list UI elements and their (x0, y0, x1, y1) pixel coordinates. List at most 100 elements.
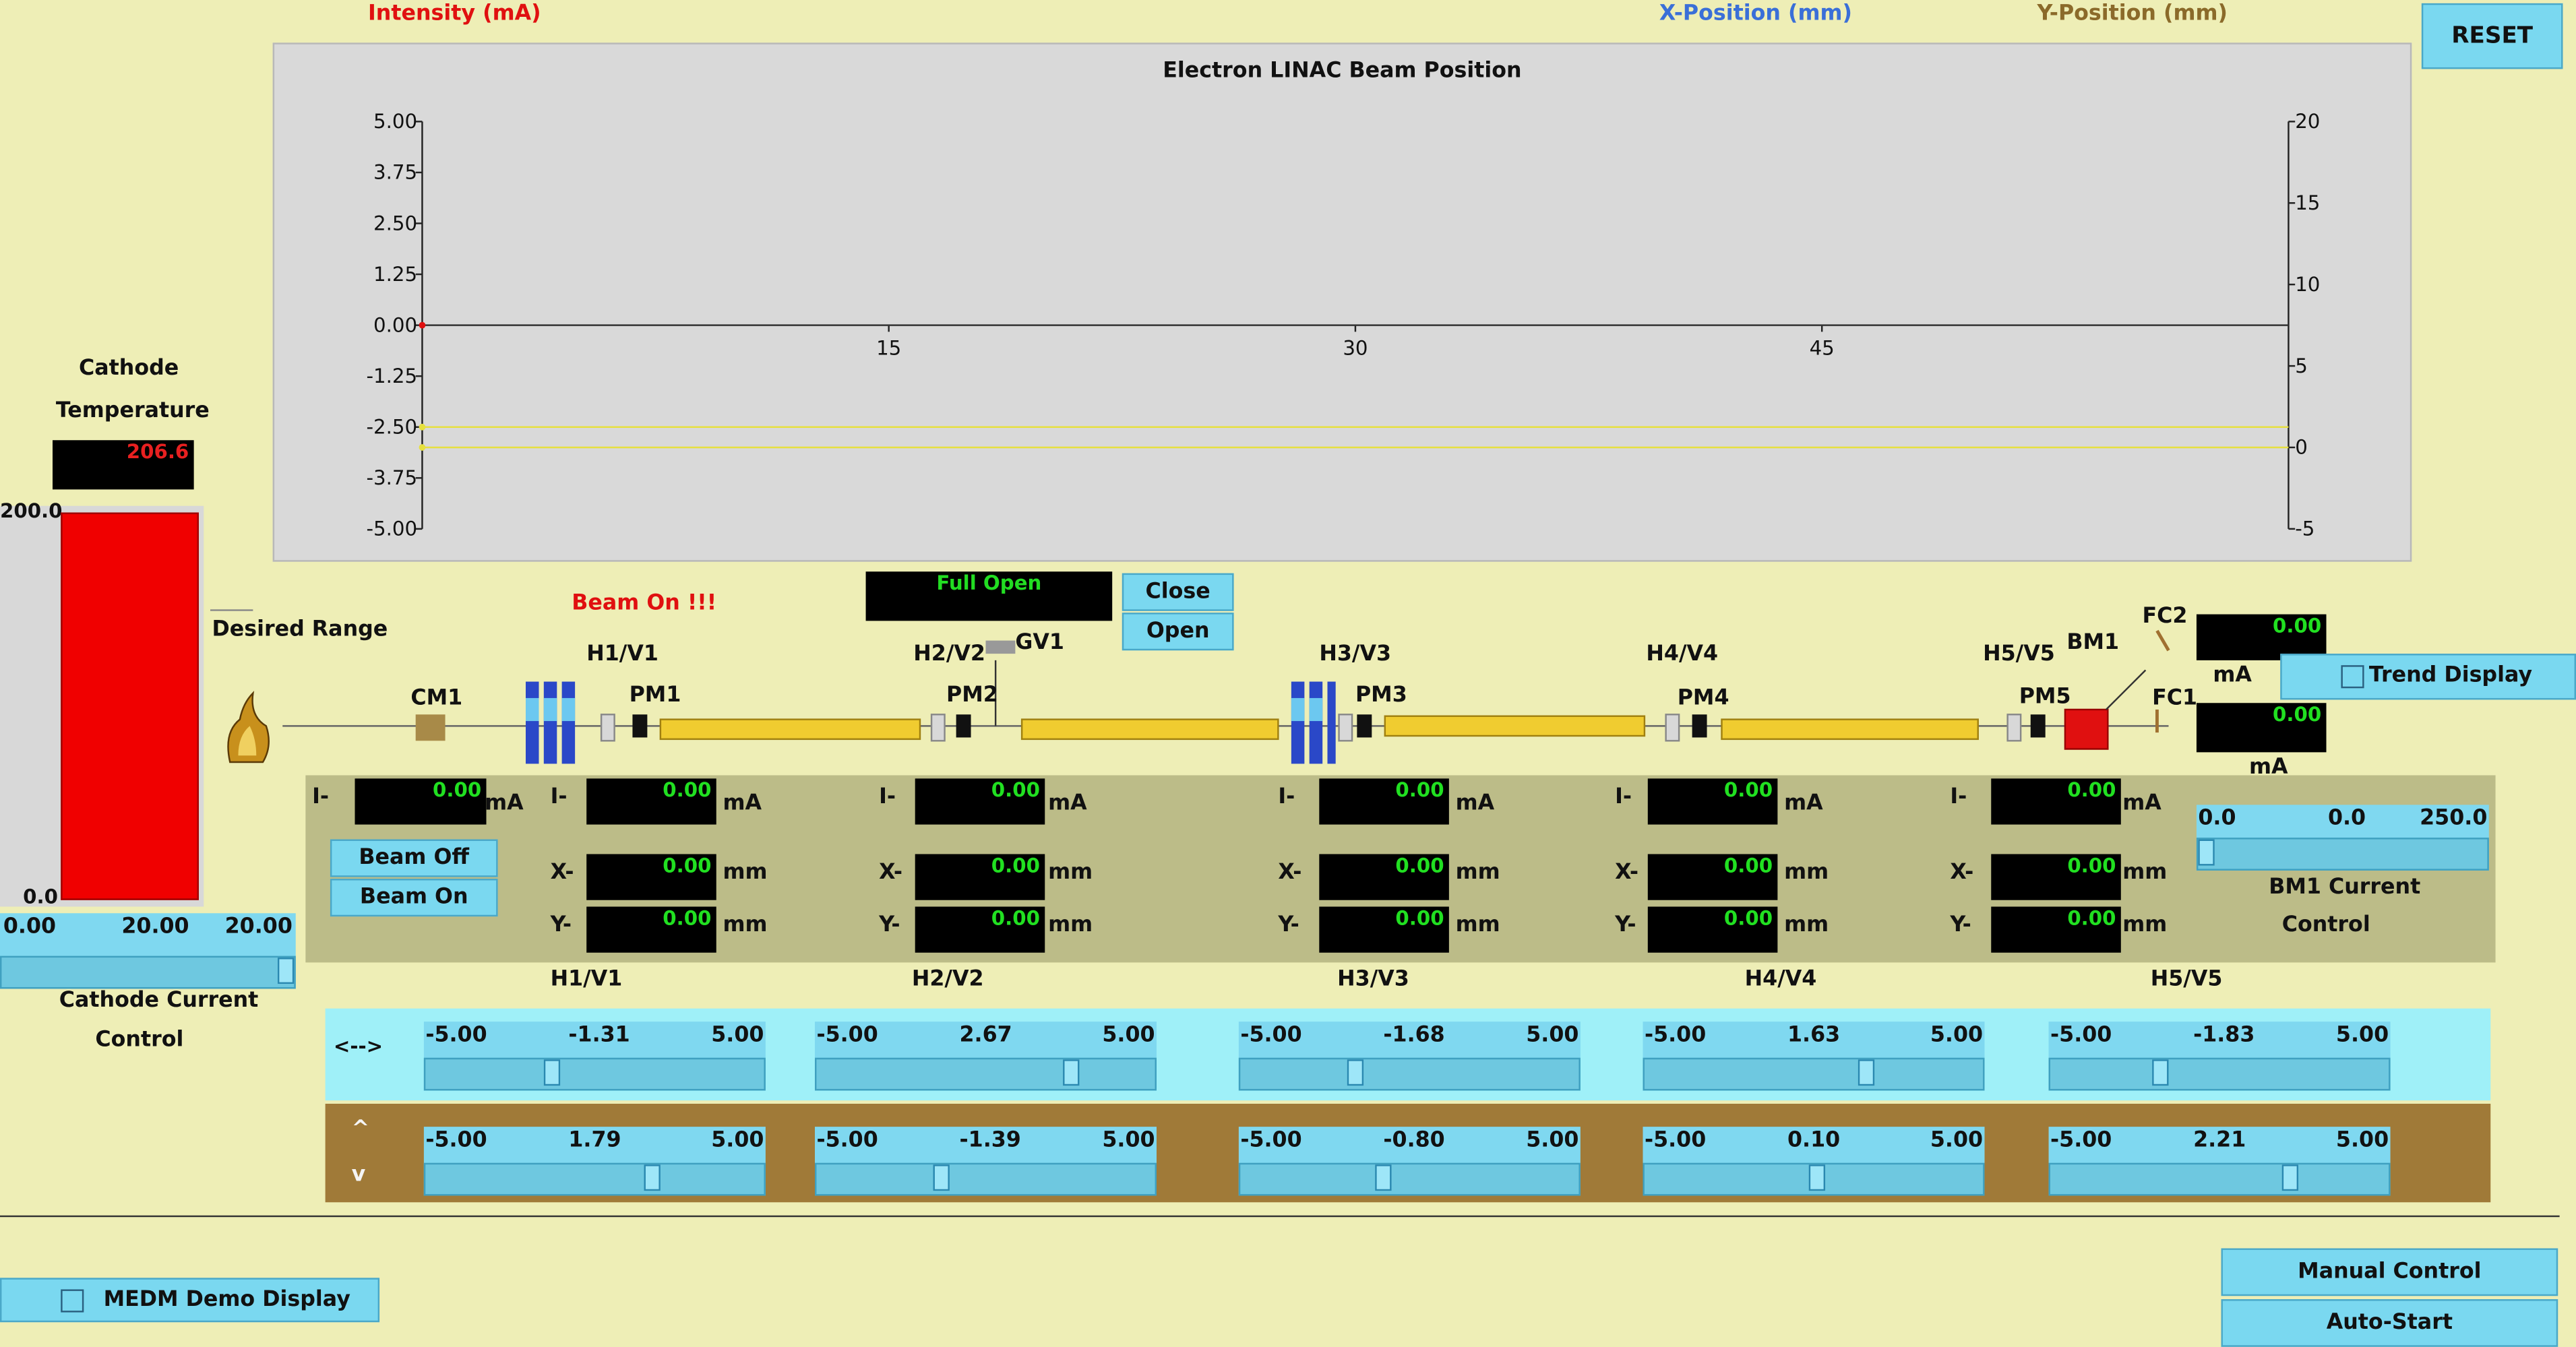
slider-track[interactable] (0, 956, 296, 989)
slider-thumb[interactable] (2198, 839, 2215, 866)
medm-demo-button[interactable]: MEDM Demo Display (0, 1278, 380, 1323)
x-tick-label: 45 (1810, 337, 1835, 360)
series-point (419, 444, 426, 451)
slider-thumb[interactable] (544, 1059, 561, 1086)
x-label: X- (879, 860, 903, 885)
manual-control-button[interactable]: Manual Control (2221, 1248, 2558, 1296)
y-position-label: Y-Position (mm) (2037, 1, 2228, 26)
right-tick-label: 15 (2295, 191, 2320, 214)
electron-gun-icon (227, 691, 270, 763)
series-point (419, 423, 426, 431)
horizontal-steer-slider-3[interactable]: -5.00 -1.68 5.00 (1238, 1022, 1581, 1091)
slider-thumb[interactable] (1063, 1059, 1080, 1086)
pm1-group-label: H1/V1 (550, 967, 623, 993)
horizontal-steer-slider-2[interactable]: -5.00 2.67 5.00 (815, 1022, 1157, 1091)
pm4-y-readout: 0.00 (1647, 906, 1778, 953)
bm1-icon (2064, 708, 2109, 750)
slider-thumb[interactable] (1375, 1164, 1392, 1191)
magnet-1-icon (526, 681, 576, 764)
y-label: Y- (879, 913, 900, 938)
horizontal-steer-slider-4[interactable]: -5.00 1.63 5.00 (1643, 1022, 1985, 1091)
pm1-y-readout: 0.00 (586, 906, 716, 953)
slider-value: -1.68 (1383, 1023, 1445, 1048)
cathode-title-2: Temperature (55, 399, 210, 424)
left-tick-label: 5.00 (373, 110, 417, 133)
trend-display-label: Trend Display (2368, 663, 2533, 689)
slider-track[interactable] (2048, 1162, 2391, 1196)
cathode-current-slider[interactable]: 0.00 20.00 20.00 (0, 913, 296, 989)
slider-track[interactable] (815, 1057, 1157, 1091)
slider-track[interactable] (1643, 1057, 1985, 1091)
slider-min: -5.00 (816, 1128, 878, 1154)
left-tick-label: -2.50 (366, 416, 417, 439)
x-unit: mm (2122, 860, 2168, 885)
fc2-icon (2155, 629, 2170, 652)
pm-label-2: PM2 (946, 683, 998, 708)
x-unit: mm (1784, 860, 1829, 885)
pm-label-3: PM3 (1355, 683, 1407, 708)
slider-min: -5.00 (425, 1128, 487, 1154)
intensity-label: Intensity (mA) (368, 1, 541, 26)
bm1-current-slider[interactable]: 0.0 0.0 250.0 (2196, 805, 2489, 871)
left-tick-label: -3.75 (366, 466, 417, 489)
slider-max: 5.00 (711, 1023, 764, 1048)
cathode-control-2: Control (95, 1028, 184, 1053)
i-label: I- (879, 785, 896, 810)
x-unit: mm (1048, 860, 1093, 885)
x-unit: mm (723, 860, 768, 885)
slider-value: -1.31 (568, 1023, 630, 1048)
pm-label-4: PM4 (1677, 686, 1729, 712)
left-tick-label: 3.75 (373, 161, 417, 184)
slider-thumb[interactable] (1808, 1164, 1825, 1191)
beam-on-button[interactable]: Beam On (330, 879, 498, 917)
trend-display-button[interactable]: Trend Display (2280, 654, 2576, 700)
x-label: X- (1615, 860, 1639, 885)
reset-button[interactable]: RESET (2421, 3, 2563, 69)
slider-track[interactable] (1238, 1057, 1581, 1091)
cm-i-label: I- (312, 785, 330, 810)
x-label: X- (1278, 860, 1302, 885)
pm2-x-readout: 0.00 (915, 854, 1045, 900)
slider-track[interactable] (423, 1162, 766, 1196)
current-unit: mA (723, 791, 762, 817)
horizontal-steer-slider-5[interactable]: -5.00 -1.83 5.00 (2048, 1022, 2391, 1091)
bm1-max: 250.0 (2420, 806, 2488, 832)
slider-thumb[interactable] (2152, 1059, 2169, 1086)
close-button[interactable]: Close (1122, 573, 1234, 611)
y-unit: mm (1048, 913, 1093, 938)
vertical-steer-slider-4[interactable]: -5.00 0.10 5.00 (1643, 1127, 1985, 1196)
slider-track[interactable] (1643, 1162, 1985, 1196)
slider-track[interactable] (2196, 838, 2489, 871)
right-tick-label: 20 (2295, 110, 2320, 133)
slider-thumb[interactable] (2282, 1164, 2299, 1191)
y-label: Y- (550, 913, 572, 938)
vertical-steer-slider-3[interactable]: -5.00 -0.80 5.00 (1238, 1127, 1581, 1196)
bar-min: 0.0 (23, 885, 58, 908)
slider-track[interactable] (2048, 1057, 2391, 1091)
slider-track[interactable] (423, 1057, 766, 1091)
vertical-steer-slider-2[interactable]: -5.00 -1.39 5.00 (815, 1127, 1157, 1196)
left-tick-label: -1.25 (366, 365, 417, 387)
slider-thumb[interactable] (1858, 1059, 1875, 1086)
gate-status-readout: Full Open (865, 571, 1113, 621)
i-label: I- (1278, 785, 1295, 810)
horizontal-steer-slider-1[interactable]: -5.00 -1.31 5.00 (423, 1022, 766, 1091)
vertical-down-symbol: v (351, 1162, 366, 1188)
beam-off-button[interactable]: Beam Off (330, 839, 498, 877)
slider-value: 1.79 (568, 1128, 621, 1154)
vertical-steer-slider-1[interactable]: -5.00 1.79 5.00 (423, 1127, 766, 1196)
x-label: X- (550, 860, 574, 885)
accel-tube-4 (1721, 718, 1979, 741)
left-tick-label: -5.00 (366, 518, 417, 540)
vertical-steer-slider-5[interactable]: -5.00 2.21 5.00 (2048, 1127, 2391, 1196)
slider-thumb[interactable] (277, 958, 295, 984)
slider-thumb[interactable] (932, 1164, 950, 1191)
slider-min: -5.00 (425, 1023, 487, 1048)
slider-thumb[interactable] (644, 1164, 661, 1191)
slider-thumb[interactable] (1347, 1059, 1364, 1086)
y-label: Y- (1615, 913, 1636, 938)
slider-track[interactable] (1238, 1162, 1581, 1196)
auto-start-button[interactable]: Auto-Start (2221, 1299, 2558, 1347)
slider-track[interactable] (815, 1162, 1157, 1196)
range-tick (210, 609, 253, 611)
